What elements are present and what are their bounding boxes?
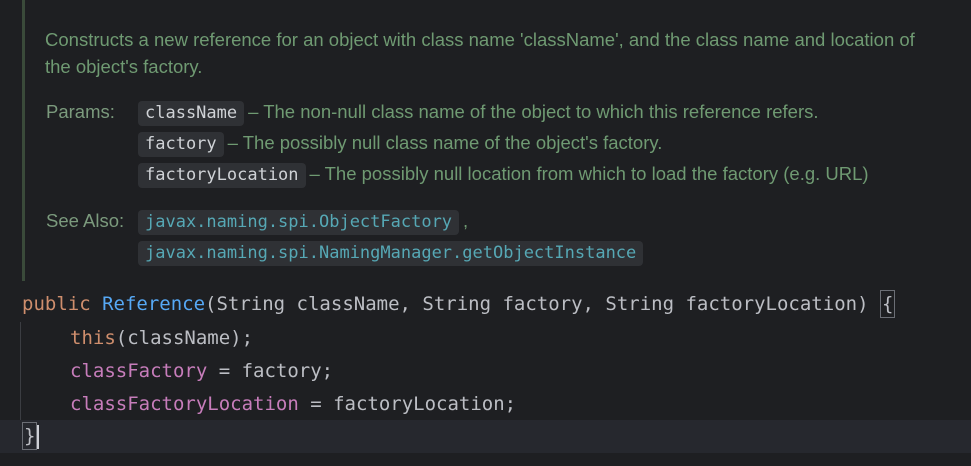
code-text: (String className, String factory, Strin… — [205, 293, 880, 315]
param-description: – The possibly null class name of the ob… — [227, 132, 663, 153]
see-also-link[interactable]: javax.naming.spi.NamingManager.getObject… — [138, 241, 644, 266]
param-factory: factory – The possibly null class name of… — [138, 130, 663, 157]
param-name-chip: factoryLocation — [138, 163, 306, 188]
field-name: classFactory — [70, 360, 208, 382]
see-also-label: See Also: — [46, 210, 125, 231]
constructor-name: Reference — [102, 293, 206, 315]
doc-description: Constructs a new reference for an object… — [45, 29, 915, 77]
keyword: this — [70, 327, 116, 349]
code-text: (className); — [115, 327, 254, 349]
params-label: Params: — [46, 101, 115, 122]
param-description: – The non-null class name of the object … — [248, 101, 819, 122]
brace-highlight: { — [879, 290, 896, 318]
param-description: – The possibly null location from which … — [309, 163, 869, 184]
param-classname: className – The non-null class name of th… — [138, 99, 819, 126]
code-line-4[interactable]: classFactoryLocation = factoryLocation; — [70, 388, 516, 421]
code-line-5[interactable]: } — [22, 420, 40, 453]
param-name-chip: className — [138, 101, 245, 126]
current-line-highlight — [0, 420, 971, 453]
see-also-item: javax.naming.spi.NamingManager.getObject… — [138, 239, 647, 266]
see-also-item: javax.naming.spi.ObjectFactory, — [138, 208, 469, 235]
code-line-1[interactable]: public Reference(String className, Strin… — [22, 288, 896, 321]
code-line-3[interactable]: classFactory = factory; — [70, 355, 333, 388]
code-text: = factoryLocation; — [298, 393, 517, 415]
text-caret — [37, 424, 40, 449]
code-line-2[interactable]: this(className); — [70, 322, 253, 355]
param-name-chip: factory — [138, 132, 224, 157]
code-text: = factory; — [207, 360, 334, 382]
javadoc-block: Constructs a new reference for an object… — [22, 0, 971, 281]
brace-highlight: } — [22, 422, 38, 450]
param-factorylocation: factoryLocation – The possibly null locat… — [138, 161, 869, 188]
field-name: classFactoryLocation — [70, 393, 299, 415]
indent-guide — [20, 322, 21, 420]
keyword: public — [22, 293, 91, 315]
see-also-link[interactable]: javax.naming.spi.ObjectFactory — [138, 210, 460, 235]
see-also-separator: , — [463, 210, 469, 231]
